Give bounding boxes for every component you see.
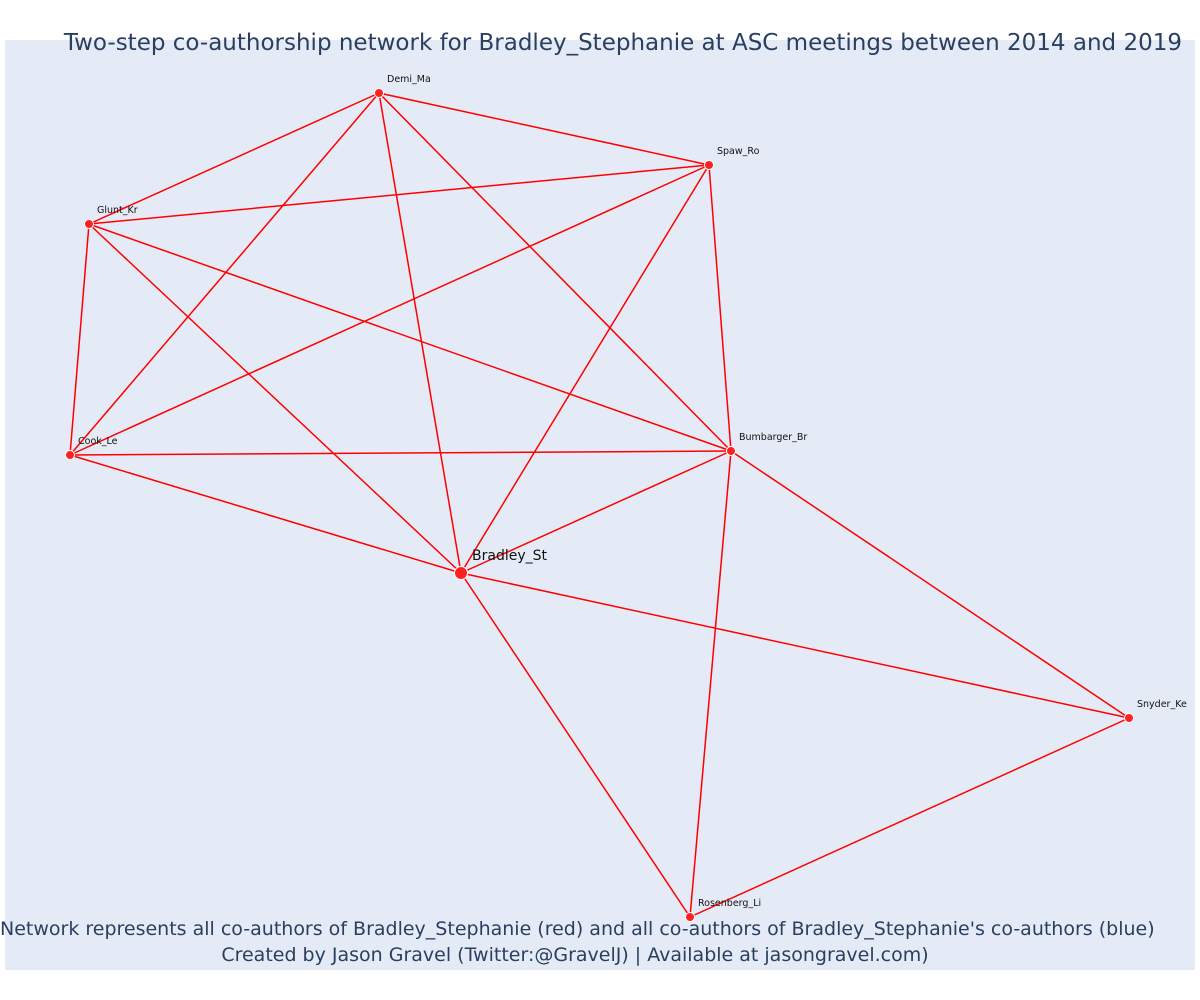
node-label-Spaw_Ro: Spaw_Ro — [717, 146, 760, 157]
edge-Bradley_St-Rosenberg_Li — [460, 572, 691, 918]
edge-Glunt_Kr-Bumbarger_Br — [88, 223, 732, 452]
edge-Glunt_Kr-Bradley_St — [88, 223, 462, 574]
edge-Glunt_Kr-Cook_Le — [69, 223, 90, 456]
caption-credit: Created by Jason Gravel (Twitter:@Gravel… — [221, 944, 929, 966]
node-Snyder_Ke[interactable] — [1124, 713, 1134, 723]
edge-Demi_Ma-Cook_Le — [69, 92, 380, 456]
edge-Bradley_St-Snyder_Ke — [460, 572, 1130, 719]
node-label-Rosenberg_Li: Rosenberg_Li — [698, 898, 761, 909]
chart-title: Two-step co-authorship network for Bradl… — [63, 30, 1182, 56]
edge-Spaw_Ro-Cook_Le — [69, 164, 710, 456]
edge-Demi_Ma-Spaw_Ro — [378, 92, 710, 166]
edge-Bumbarger_Br-Rosenberg_Li — [689, 450, 732, 918]
edge-Cook_Le-Bradley_St — [69, 454, 462, 574]
node-label-Demi_Ma: Demi_Ma — [387, 74, 431, 85]
node-Demi_Ma[interactable] — [374, 88, 384, 98]
node-label-Bradley_St: Bradley_St — [472, 548, 548, 564]
edge-Snyder_Ke-Rosenberg_Li — [689, 717, 1130, 918]
node-label-Bumbarger_Br: Bumbarger_Br — [739, 432, 807, 443]
node-Bradley_St[interactable] — [454, 566, 468, 580]
node-Spaw_Ro[interactable] — [704, 160, 714, 170]
network-graph: Demi_Ma Spaw_Ro Glunt_Kr Cook_Le Bumbarger_B… — [65, 74, 1187, 922]
node-label-Snyder_Ke: Snyder_Ke — [1137, 699, 1187, 710]
edge-Demi_Ma-Bradley_St — [378, 92, 462, 574]
edge-Cook_Le-Bumbarger_Br — [69, 450, 732, 456]
edge-Spaw_Ro-Glunt_Kr — [88, 164, 710, 225]
node-label-Glunt_Kr: Glunt_Kr — [97, 205, 138, 216]
node-Bumbarger_Br[interactable] — [726, 446, 736, 456]
edge-Demi_Ma-Bumbarger_Br — [378, 92, 732, 452]
node-Glunt_Kr[interactable] — [84, 219, 94, 229]
edge-Bumbarger_Br-Snyder_Ke — [730, 450, 1130, 719]
node-Cook_Le[interactable] — [65, 450, 75, 460]
edges-layer — [69, 92, 1130, 918]
node-label-Cook_Le: Cook_Le — [78, 436, 118, 447]
edge-Spaw_Ro-Bumbarger_Br — [708, 164, 732, 452]
caption-legend-note: Network represents all co-authors of Bra… — [0, 918, 1155, 940]
